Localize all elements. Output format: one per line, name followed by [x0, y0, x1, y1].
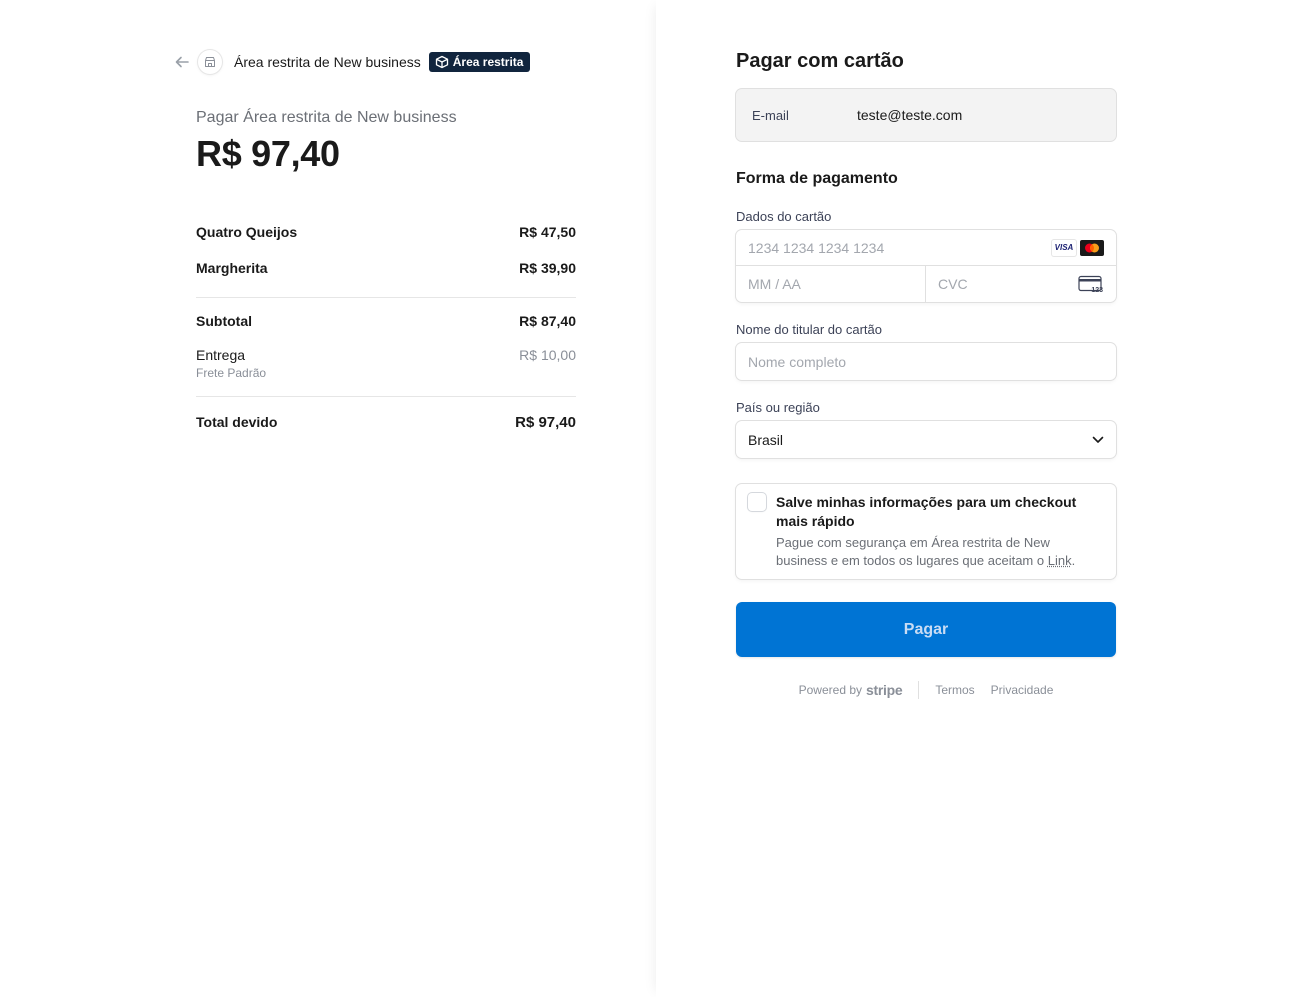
cvc-card-icon: 123 [1078, 275, 1103, 293]
order-summary-panel: Área restrita de New business Área restr… [0, 0, 656, 997]
merchant-header: Área restrita de New business Área restr… [172, 50, 531, 74]
payment-method-title: Forma de pagamento [736, 170, 898, 187]
subtotal-row: Subtotal R$ 87,40 [196, 313, 576, 335]
subtotal-value: R$ 87,40 [519, 313, 576, 329]
cardholder-name-label: Nome do titular do cartão [736, 322, 882, 337]
cvc-placeholder: CVC [938, 276, 968, 292]
total-label: Total devido [196, 414, 278, 430]
save-info-box: Salve minhas informações para um checkou… [736, 484, 1116, 579]
powered-by-label: Powered by [798, 683, 862, 697]
payment-form: Pagar com cartão E-mail teste@teste.com … [736, 50, 1116, 699]
restricted-badge: Área restrita [428, 52, 531, 72]
card-bottom-row: MM / AA CVC 123 [736, 266, 1116, 302]
total-value: R$ 97,40 [515, 414, 576, 431]
divider [196, 297, 576, 298]
line-item: Margherita R$ 39,90 [196, 260, 576, 282]
store-icon [198, 50, 222, 74]
email-label: E-mail [752, 107, 789, 123]
item-name: Margherita [196, 260, 268, 276]
cvc-icon-text: 123 [1091, 287, 1103, 293]
item-price: R$ 47,50 [519, 224, 576, 240]
email-value: teste@teste.com [857, 107, 963, 123]
save-desc-text: Pague com segurança em Área restrita de … [776, 535, 1050, 568]
pay-amount: R$ 97,40 [196, 133, 340, 174]
form-title: Pagar com cartão [736, 50, 904, 72]
save-desc-suffix: . [1071, 553, 1076, 568]
cvc-input[interactable]: CVC 123 [926, 266, 1116, 302]
line-items: Quatro Queijos R$ 47,50 Margherita R$ 39… [196, 224, 576, 436]
visa-icon: VISA [1052, 239, 1076, 256]
chevron-down-icon [1092, 436, 1104, 443]
arrow-left-icon [175, 56, 189, 68]
save-info-title: Salve minhas informações para um checkou… [776, 494, 1077, 529]
terms-link[interactable]: Termos [935, 683, 974, 697]
shipping-row: Entrega Frete Padrão R$ 10,00 [196, 347, 576, 380]
shipping-value: R$ 10,00 [519, 347, 576, 363]
card-brands: VISA [1052, 239, 1104, 256]
card-details-label: Dados do cartão [736, 209, 832, 224]
card-number-placeholder: 1234 1234 1234 1234 [748, 239, 885, 256]
divider [196, 396, 576, 397]
cardholder-name-input[interactable]: Nome completo [736, 343, 1116, 380]
save-info-checkbox[interactable] [748, 493, 766, 511]
total-row: Total devido R$ 97,40 [196, 414, 576, 436]
link-link[interactable]: Link [1048, 553, 1072, 568]
expiry-placeholder: MM / AA [748, 276, 801, 292]
email-field[interactable]: E-mail teste@teste.com [736, 89, 1116, 141]
country-value: Brasil [748, 431, 784, 448]
mastercard-icon [1080, 239, 1104, 256]
cardholder-name-placeholder: Nome completo [748, 353, 847, 370]
box-icon [435, 55, 448, 69]
pay-button[interactable]: Pagar [736, 602, 1116, 657]
save-info-description: Pague com segurança em Área restrita de … [776, 534, 1104, 570]
footer: Powered by stripe Termos Privacidade [736, 681, 1116, 699]
shipping-sublabel: Frete Padrão [196, 366, 267, 380]
badge-label: Área restrita [452, 55, 524, 69]
stripe-logo[interactable]: stripe [866, 682, 903, 698]
card-input-group: 1234 1234 1234 1234 VISA MM / AA CVC 123 [736, 230, 1116, 302]
country-label: País ou região [736, 400, 820, 415]
subtotal-label: Subtotal [196, 313, 252, 329]
country-select[interactable]: Brasil [736, 421, 1116, 458]
shipping-label: Entrega [196, 347, 246, 363]
privacy-link[interactable]: Privacidade [991, 683, 1054, 697]
expiry-input[interactable]: MM / AA [736, 266, 926, 302]
footer-separator [918, 681, 920, 699]
merchant-name: Área restrita de New business [234, 54, 421, 70]
item-name: Quatro Queijos [196, 224, 298, 240]
back-button[interactable] [172, 52, 192, 72]
card-number-input[interactable]: 1234 1234 1234 1234 VISA [736, 230, 1116, 266]
item-price: R$ 39,90 [519, 260, 576, 276]
pay-label: Pagar Área restrita de New business [196, 109, 457, 126]
save-info-text: Salve minhas informações para um checkou… [776, 493, 1104, 570]
line-item: Quatro Queijos R$ 47,50 [196, 224, 576, 246]
